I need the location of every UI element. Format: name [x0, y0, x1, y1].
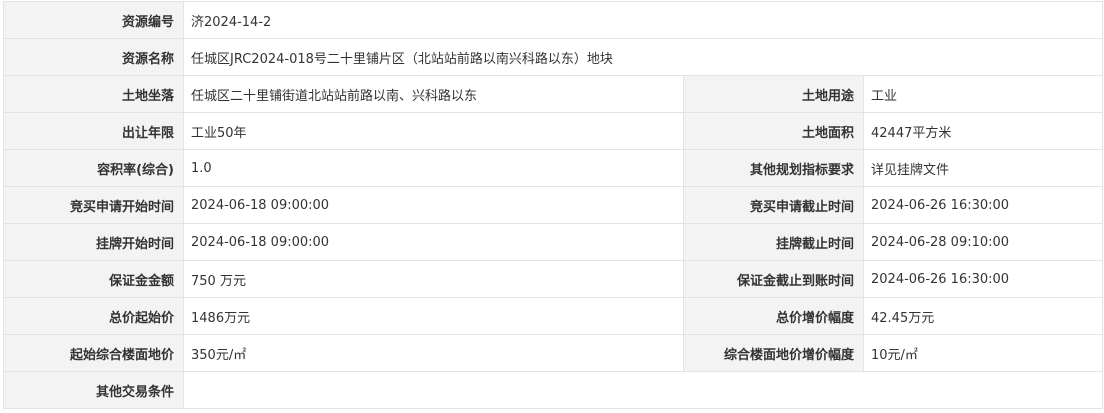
value-land-area: 42447平方米 — [862, 112, 1104, 150]
label-listing-start: 挂牌开始时间 — [3, 223, 184, 261]
label-application-start: 竞买申请开始时间 — [3, 186, 184, 224]
table-row-application-time: 竞买申请开始时间 2024-06-18 09:00:00 竞买申请截止时间 20… — [3, 186, 1104, 224]
value-other-conditions — [182, 371, 1104, 409]
label-total-price-increment: 总价增价幅度 — [683, 297, 864, 335]
value-starting-total-price: 1486万元 — [183, 297, 684, 335]
value-listing-end: 2024-06-28 09:10:00 — [862, 223, 1104, 261]
label-plot-ratio: 容积率(综合) — [3, 149, 184, 187]
table-row-listing-time: 挂牌开始时间 2024-06-18 09:00:00 挂牌截止时间 2024-0… — [3, 223, 1104, 261]
land-info-table: 资源编号 济2024-14-2 资源名称 任城区JRC2024-018号二十里铺… — [3, 1, 1104, 409]
label-transfer-term: 出让年限 — [3, 112, 184, 150]
label-starting-total-price: 总价起始价 — [3, 297, 184, 335]
table-row-floor-price: 起始综合楼面地价 350元/㎡ 综合楼面地价增价幅度 10元/㎡ — [3, 334, 1104, 372]
table-row-term-area: 出让年限 工业50年 土地面积 42447平方米 — [3, 112, 1104, 150]
label-land-location: 土地坐落 — [3, 75, 184, 113]
value-floor-price-increment: 10元/㎡ — [862, 334, 1104, 372]
label-other-planning: 其他规划指标要求 — [683, 149, 864, 187]
label-land-area: 土地面积 — [683, 112, 864, 150]
value-land-location: 任城区二十里铺街道北站站前路以南、兴科路以东 — [183, 75, 684, 113]
value-application-start: 2024-06-18 09:00:00 — [183, 186, 684, 224]
value-listing-start: 2024-06-18 09:00:00 — [183, 223, 684, 261]
value-other-planning: 详见挂牌文件 — [862, 149, 1104, 187]
label-resource-id: 资源编号 — [3, 1, 184, 39]
label-starting-floor-price: 起始综合楼面地价 — [3, 334, 184, 372]
label-floor-price-increment: 综合楼面地价增价幅度 — [683, 334, 864, 372]
label-land-usage: 土地用途 — [683, 75, 864, 113]
value-land-usage: 工业 — [862, 75, 1104, 113]
label-deposit-deadline: 保证金截止到账时间 — [683, 260, 864, 298]
table-row-plot-ratio: 容积率(综合) 1.0 其他规划指标要求 详见挂牌文件 — [3, 149, 1104, 187]
label-listing-end: 挂牌截止时间 — [683, 223, 864, 261]
value-transfer-term: 工业50年 — [183, 112, 684, 150]
label-resource-name: 资源名称 — [3, 38, 184, 76]
table-row-resource-name: 资源名称 任城区JRC2024-018号二十里铺片区（北站站前路以南兴科路以东）… — [3, 38, 1104, 76]
value-starting-floor-price: 350元/㎡ — [183, 334, 684, 372]
value-resource-name: 任城区JRC2024-018号二十里铺片区（北站站前路以南兴科路以东）地块 — [182, 38, 1104, 76]
value-total-price-increment: 42.45万元 — [862, 297, 1104, 335]
label-deposit-amount: 保证金金额 — [3, 260, 184, 298]
value-plot-ratio: 1.0 — [183, 149, 684, 187]
table-row-resource-id: 资源编号 济2024-14-2 — [3, 1, 1104, 39]
table-row-location-usage: 土地坐落 任城区二十里铺街道北站站前路以南、兴科路以东 土地用途 工业 — [3, 75, 1104, 113]
label-other-conditions: 其他交易条件 — [3, 371, 184, 409]
table-row-other-conditions: 其他交易条件 — [3, 371, 1104, 409]
value-deposit-deadline: 2024-06-26 16:30:00 — [862, 260, 1104, 298]
table-row-total-price: 总价起始价 1486万元 总价增价幅度 42.45万元 — [3, 297, 1104, 335]
label-application-end: 竞买申请截止时间 — [683, 186, 864, 224]
value-application-end: 2024-06-26 16:30:00 — [862, 186, 1104, 224]
value-resource-id: 济2024-14-2 — [182, 1, 1104, 39]
table-row-deposit: 保证金金额 750 万元 保证金截止到账时间 2024-06-26 16:30:… — [3, 260, 1104, 298]
value-deposit-amount: 750 万元 — [183, 260, 684, 298]
